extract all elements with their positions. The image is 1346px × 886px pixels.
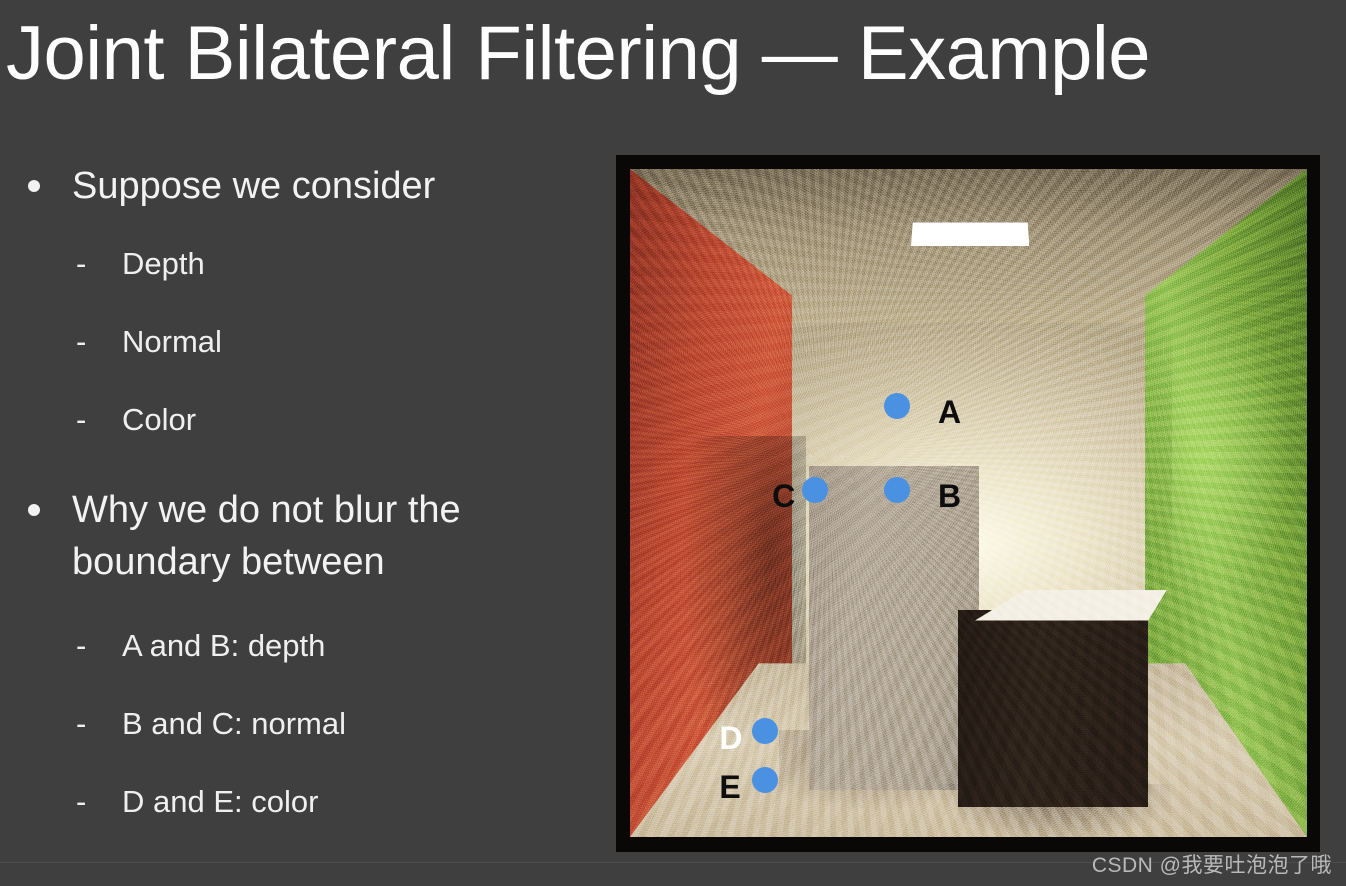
scene-marker-e: E: [630, 169, 1307, 837]
bullet-sub-text: Normal: [122, 324, 222, 359]
marker-dot-icon: [752, 767, 779, 794]
rendered-scene: ABCDE: [630, 169, 1307, 837]
bullet-item-sub: - Color: [0, 398, 600, 442]
bullet-sub-text: D and E: color: [122, 784, 319, 819]
bullet-item-sub: - Normal: [0, 320, 600, 364]
page-title: Joint Bilateral Filtering — Example: [6, 11, 1151, 96]
bullet-sub-text: A and B: depth: [122, 628, 326, 663]
dash-icon: -: [76, 706, 87, 741]
bullet-list: Suppose we consider - Depth - Normal - C…: [0, 160, 600, 824]
dash-icon: -: [76, 784, 87, 819]
bullet-item-primary: Suppose we consider: [0, 160, 600, 212]
dash-icon: -: [76, 402, 87, 437]
bullet-dot-icon: [28, 504, 40, 516]
bullet-item-sub: - D and E: color: [0, 780, 600, 824]
dash-icon: -: [76, 324, 87, 359]
bullet-text: Why we do not blur the boundary between: [72, 489, 461, 583]
watermark: CSDN @我要吐泡泡了哦: [1091, 854, 1332, 877]
bullet-item-primary: Why we do not blur the boundary between: [0, 484, 600, 588]
bullet-group-1: Suppose we consider - Depth - Normal - C…: [0, 160, 600, 442]
bullet-group-2: Why we do not blur the boundary between …: [0, 484, 600, 824]
marker-label: E: [719, 768, 741, 805]
bullet-item-sub: - A and B: depth: [0, 624, 600, 668]
bullet-sub-text: B and C: normal: [122, 706, 346, 741]
bullet-item-sub: - B and C: normal: [0, 702, 600, 746]
dash-icon: -: [76, 628, 87, 663]
bullet-sub-text: Depth: [122, 246, 205, 281]
bullet-item-sub: - Depth: [0, 242, 600, 286]
cornell-box-figure: ABCDE: [616, 155, 1320, 852]
bullet-text: Suppose we consider: [72, 165, 436, 207]
dash-icon: -: [76, 246, 87, 281]
slide-root: Joint Bilateral Filtering — Example Supp…: [0, 0, 1346, 886]
bullet-sub-text: Color: [122, 402, 197, 437]
bullet-dot-icon: [28, 180, 40, 192]
